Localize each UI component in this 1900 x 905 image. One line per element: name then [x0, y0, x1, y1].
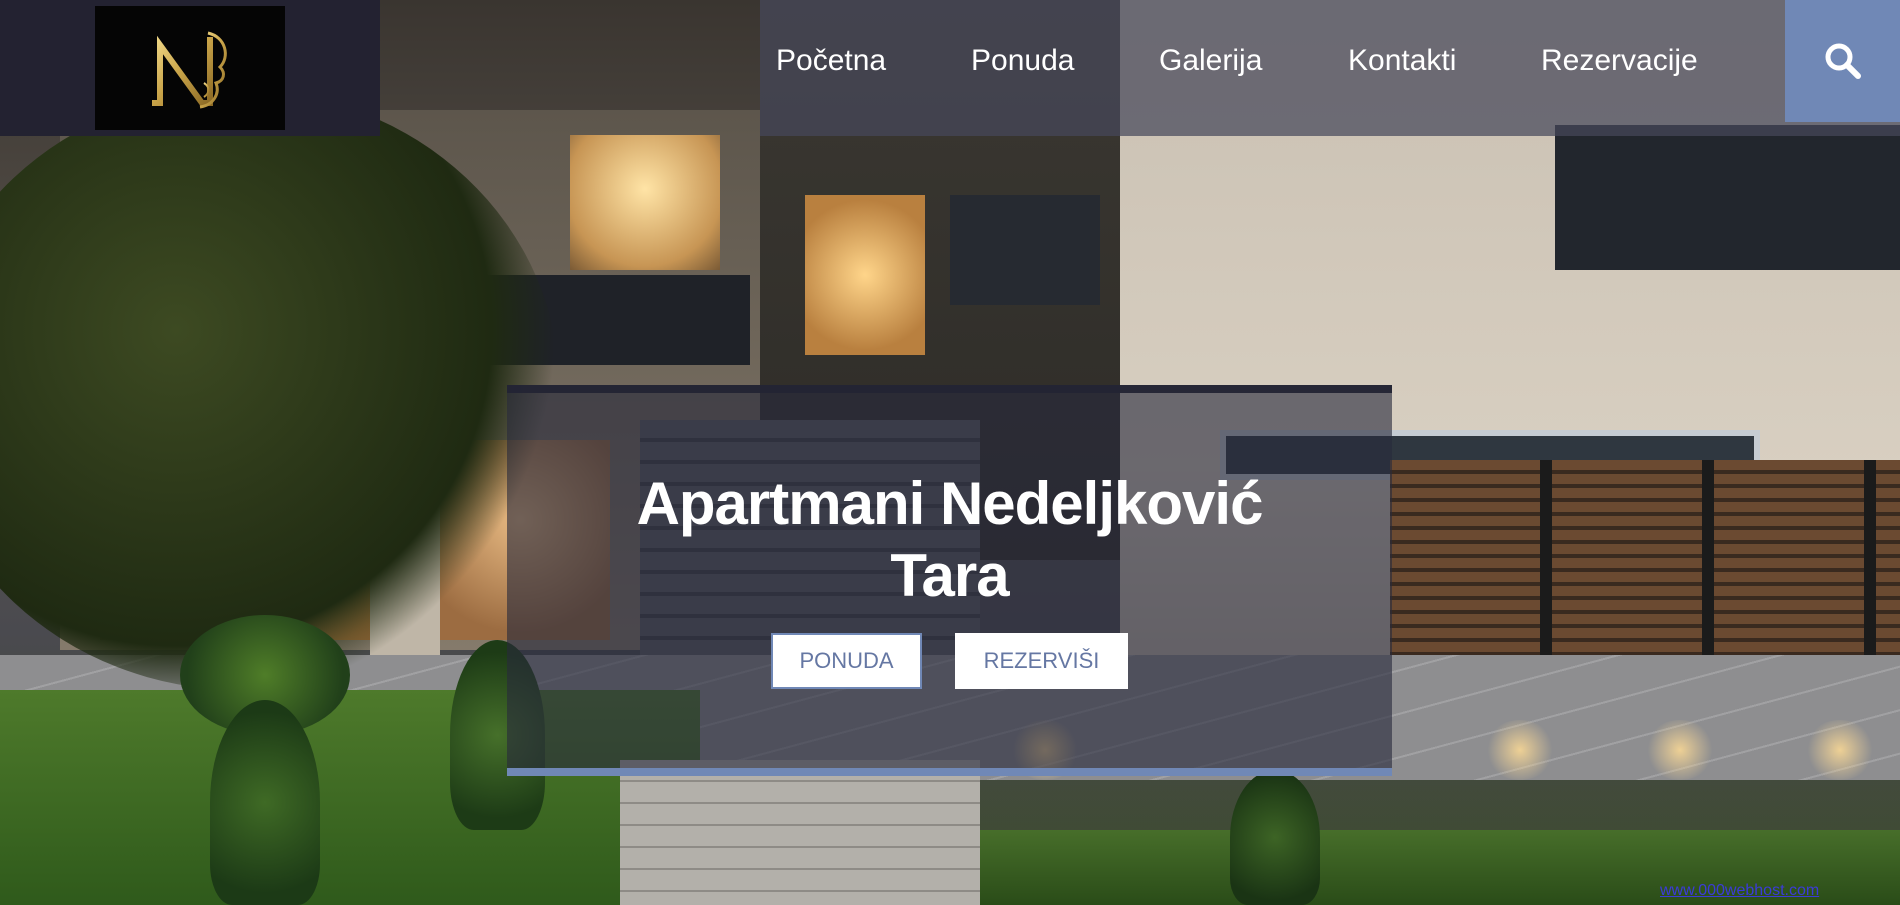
search-icon	[1825, 43, 1861, 79]
search-button[interactable]	[1785, 0, 1900, 122]
hero-title-line-2: Tara	[890, 542, 1009, 609]
nav-item-kontakti[interactable]: Kontakti	[1348, 44, 1456, 78]
rezervisi-button[interactable]: REZERVIŠI	[955, 633, 1128, 689]
main-nav-bar: Početna Ponuda Galerija Kontakti Rezerva…	[760, 0, 1900, 136]
host-badge-link[interactable]: www.000webhost.com	[1660, 882, 1819, 900]
hero-card: Apartmani Nedeljković Tara PONUDA REZERV…	[507, 385, 1392, 776]
hero-title-line-1: Apartmani Nedeljković	[636, 470, 1264, 537]
logo-panel	[0, 0, 380, 136]
site-logo[interactable]	[95, 6, 285, 130]
hero-title: Apartmani Nedeljković Tara	[507, 468, 1392, 612]
logo-monogram-icon	[148, 31, 227, 109]
nav-item-galerija[interactable]: Galerija	[1159, 44, 1262, 78]
ponuda-button[interactable]: PONUDA	[771, 633, 922, 689]
nav-item-pocetna[interactable]: Početna	[776, 44, 886, 78]
nav-item-rezervacije[interactable]: Rezervacije	[1541, 44, 1698, 78]
nav-item-ponuda[interactable]: Ponuda	[971, 44, 1074, 78]
